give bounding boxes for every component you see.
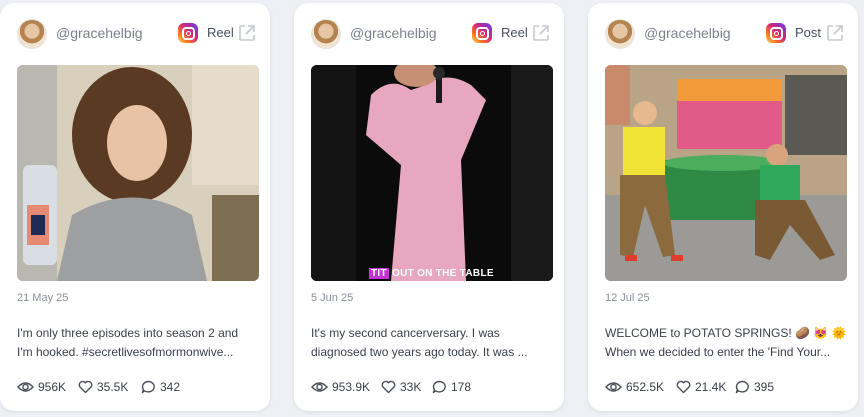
eye-icon [605,382,622,392]
post-card-header: @gracehelbig Reel [311,19,551,49]
comments-stat: 342 [141,380,180,394]
post-caption: It's my second cancerversary. I was diag… [311,324,553,362]
post-card-header: @gracehelbig Reel [17,19,257,49]
caption-line: It's my second cancerversary. I was [311,326,500,340]
views-stat: 956K [17,380,66,394]
views-stat: 652.5K [605,380,664,394]
post-card[interactable]: @gracehelbig Reel TIT OUT ON THE TABLE 5… [294,3,564,411]
instagram-icon [472,23,492,43]
avatar[interactable] [311,19,341,49]
comments-stat: 395 [735,380,774,394]
post-date: 5 Jun 25 [311,292,354,304]
comments-count: 395 [754,380,775,394]
caption-overlay-rest: OUT ON THE TABLE [392,268,494,279]
caption-overlay: TIT OUT ON THE TABLE [369,268,494,279]
comments-count: 342 [160,380,181,394]
caption-line: I'm hooked. #secretlivesofmormonwive... [17,345,234,359]
post-thumbnail[interactable]: TIT OUT ON THE TABLE [311,65,553,281]
account-handle[interactable]: @gracehelbig [644,25,731,41]
comment-icon [141,380,155,394]
views-count: 956K [38,380,67,394]
comment-icon [432,380,446,394]
post-card[interactable]: @gracehelbig Reel 21 May 25 I'm only thr… [0,3,270,411]
post-card[interactable]: @gracehelbig Post 12 Jul 25 WELCOME to P… [588,3,858,411]
thumbnail-image [17,65,259,281]
comment-icon [735,380,749,394]
heart-icon [381,380,396,394]
caption-line: I'm only three episodes into season 2 an… [17,326,239,340]
caption-overlay-highlight: TIT [369,268,389,279]
views-count: 652.5K [626,380,665,394]
post-thumbnail[interactable] [605,65,847,281]
account-handle[interactable]: @gracehelbig [56,25,143,41]
comments-count: 178 [451,380,472,394]
thumbnail-image [605,65,847,281]
comments-stat: 178 [432,380,471,394]
caption-line: diagnosed two years ago today. It was ..… [311,345,528,359]
post-caption: I'm only three episodes into season 2 an… [17,324,259,362]
post-thumbnail[interactable] [17,65,259,281]
instagram-icon [766,23,786,43]
post-type-label: Reel [501,25,528,40]
external-link-icon[interactable] [825,23,845,43]
likes-count: 35.5K [97,380,129,394]
post-type-label: Post [795,25,822,40]
thumbnail-image [311,65,553,281]
heart-icon [676,380,691,394]
likes-count: 33K [400,380,422,394]
external-link-icon[interactable] [237,23,257,43]
eye-icon [311,382,328,392]
likes-stat: 21.4K [676,380,726,394]
post-type-label: Reel [207,25,234,40]
post-card-header: @gracehelbig Post [605,19,845,49]
likes-stat: 35.5K [78,380,128,394]
eye-icon [17,382,34,392]
avatar[interactable] [605,19,635,49]
likes-count: 21.4K [695,380,727,394]
post-date: 12 Jul 25 [605,292,650,304]
post-date: 21 May 25 [17,292,69,304]
heart-icon [78,380,93,394]
likes-stat: 33K [381,380,421,394]
post-caption: WELCOME to POTATO SPRINGS! 🥔 😻 🌞 When we… [605,324,847,362]
caption-line: WELCOME to POTATO SPRINGS! 🥔 😻 🌞 [605,326,847,340]
views-stat: 953.9K [311,380,370,394]
views-count: 953.9K [332,380,371,394]
avatar[interactable] [17,19,47,49]
external-link-icon[interactable] [531,23,551,43]
instagram-icon [178,23,198,43]
account-handle[interactable]: @gracehelbig [350,25,437,41]
caption-line: When we decided to enter the 'Find Your.… [605,345,831,359]
